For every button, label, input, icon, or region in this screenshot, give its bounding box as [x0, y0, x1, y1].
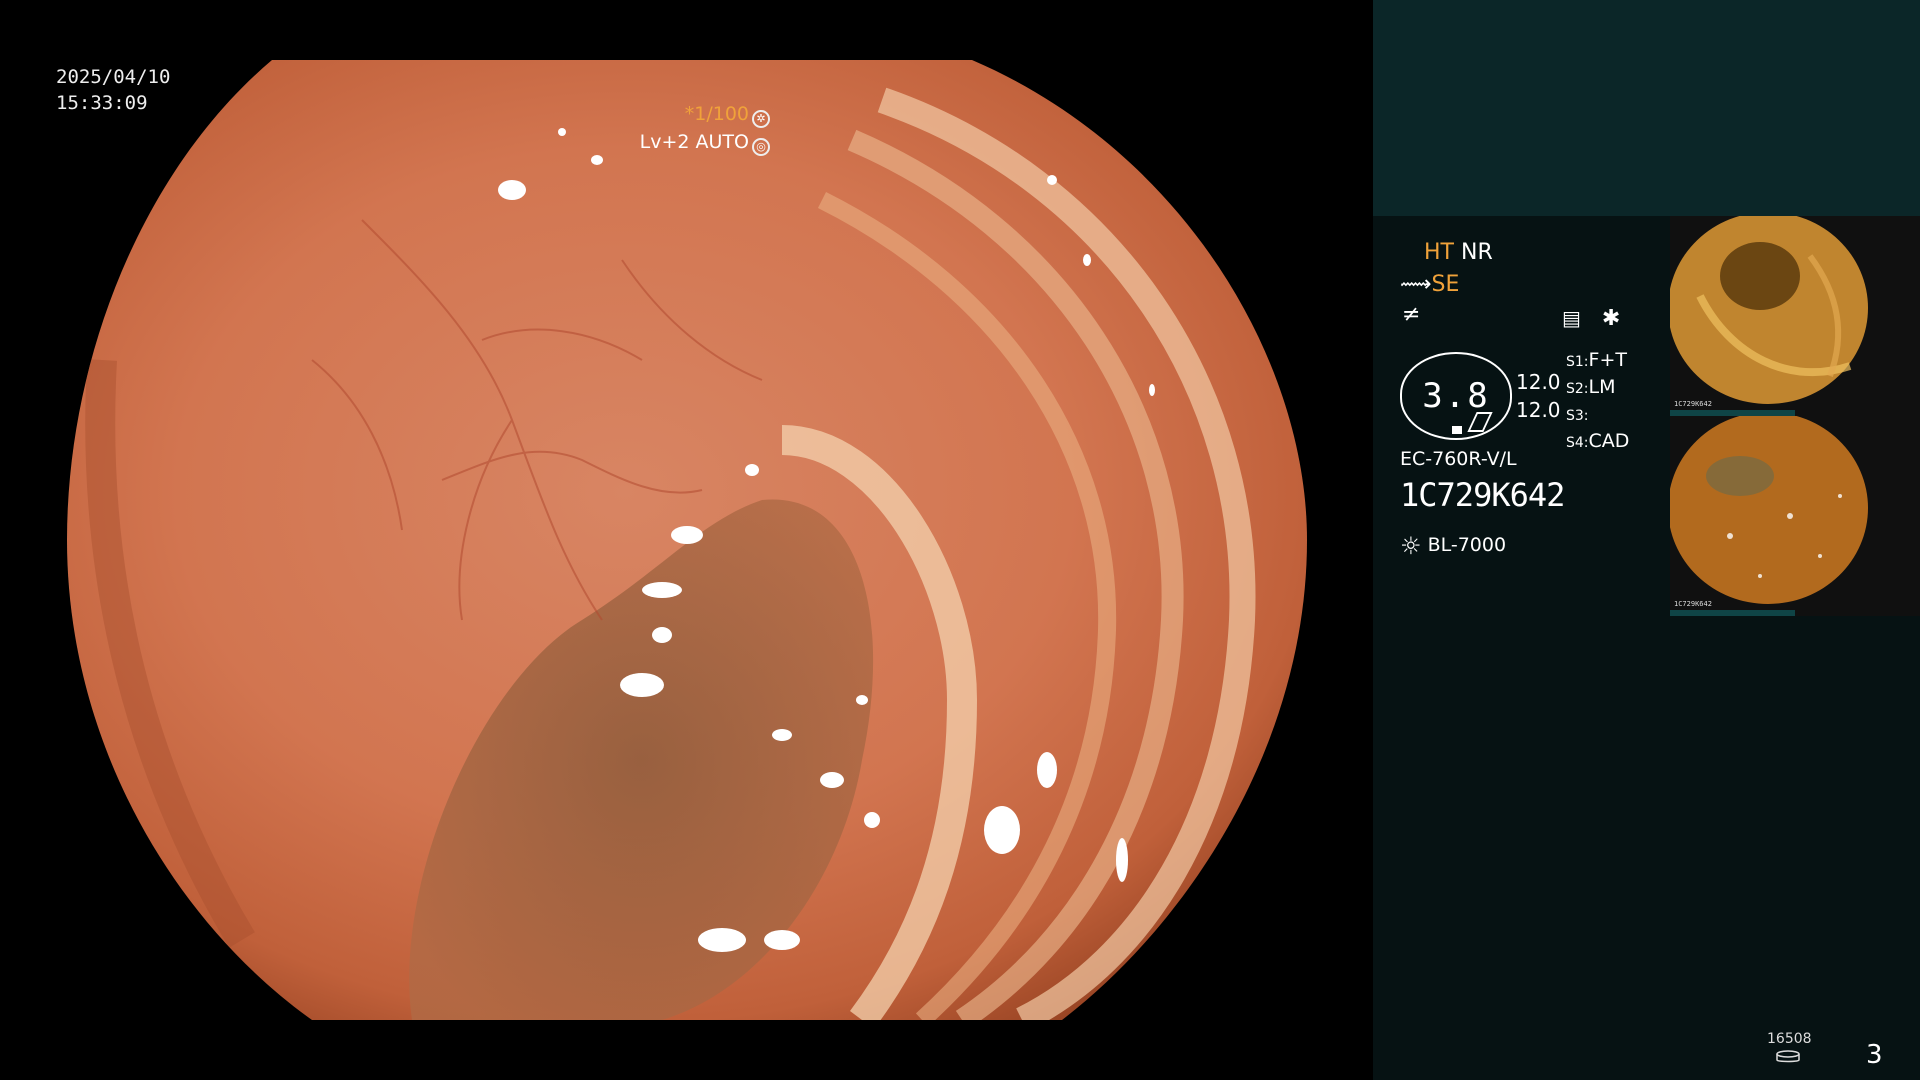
- color-mode-icon: ≠: [1402, 302, 1421, 327]
- thumbnail-1-caption: 1C729K642: [1674, 400, 1712, 408]
- switch-key: S2:: [1566, 381, 1589, 397]
- thumbnail-2-caption: 1C729K642: [1674, 600, 1712, 608]
- switch-value: F+T: [1588, 349, 1627, 371]
- switch-value: CAD: [1588, 430, 1630, 452]
- value-column: 12.0 12.0: [1516, 368, 1561, 424]
- switch-value: LM: [1588, 376, 1616, 398]
- thumbnail-1-image: [1670, 216, 1920, 416]
- settings-card-icon: ▤: [1562, 306, 1581, 330]
- scope-serial: 1C729K642: [1400, 476, 1565, 514]
- value-2: 12.0: [1516, 398, 1561, 422]
- panel-header-block: [1373, 0, 1920, 216]
- switch-key: S3:: [1566, 408, 1589, 424]
- scope-model: EC-760R-V/L: [1400, 448, 1517, 470]
- page-number: 3: [1866, 1040, 1883, 1070]
- time-text: 15:33:09: [56, 92, 148, 114]
- light-source-icon: ☼: [1400, 532, 1422, 560]
- switch-s1: S1:F+T: [1566, 348, 1629, 375]
- gauge-marker: [1452, 426, 1462, 434]
- value-1: 12.0: [1516, 370, 1561, 394]
- se-indicator: SE: [1431, 272, 1460, 297]
- image-count: 16508: [1767, 1031, 1812, 1047]
- light-source-text: BL-7000: [1427, 534, 1507, 556]
- level-text: Lv+2: [639, 131, 690, 153]
- thumbnail-2[interactable]: 1C729K642: [1670, 416, 1920, 616]
- storage-icon: [1776, 1050, 1800, 1063]
- date-text: 2025/04/10: [56, 66, 171, 88]
- zoom-gauge: 3.8: [1400, 352, 1512, 440]
- thumbnail-2-bar: [1670, 610, 1795, 616]
- shutter-text: *1/100: [684, 103, 749, 125]
- endoscope-viewport: 2025/04/10 15:33:09 *1/100 ✲ Lv+2 AUTO ◎: [0, 0, 1373, 1080]
- auto-exposure-icon: ◎: [752, 138, 770, 156]
- switch-key: S4:: [1566, 435, 1589, 451]
- structure-enhancement-icon: ⟿: [1400, 272, 1432, 297]
- ht-indicator: HT: [1424, 240, 1454, 265]
- switch-key: S1:: [1566, 354, 1589, 370]
- thumbnail-2-image: [1670, 416, 1920, 616]
- thumbnail-1[interactable]: 1C729K642: [1670, 216, 1920, 416]
- date-time-readout: 2025/04/10 15:33:09: [56, 64, 170, 116]
- switch-s2: S2:LM: [1566, 375, 1629, 402]
- gauge-value: 3.8: [1422, 376, 1490, 416]
- exposure-readout: *1/100 ✲ Lv+2 AUTO ◎: [640, 100, 770, 156]
- aperture-icon: ✲: [752, 110, 770, 128]
- mode-text: AUTO: [695, 131, 749, 153]
- switch-s3: S3:: [1566, 402, 1629, 429]
- endoscopic-image: [67, 60, 1307, 1020]
- switch-list: S1:F+T S2:LM S3: S4:CAD: [1566, 348, 1629, 456]
- switch-s4: S4:CAD: [1566, 429, 1629, 456]
- nr-indicator: NR: [1460, 240, 1493, 265]
- asterisk-icon: ✱: [1601, 306, 1621, 331]
